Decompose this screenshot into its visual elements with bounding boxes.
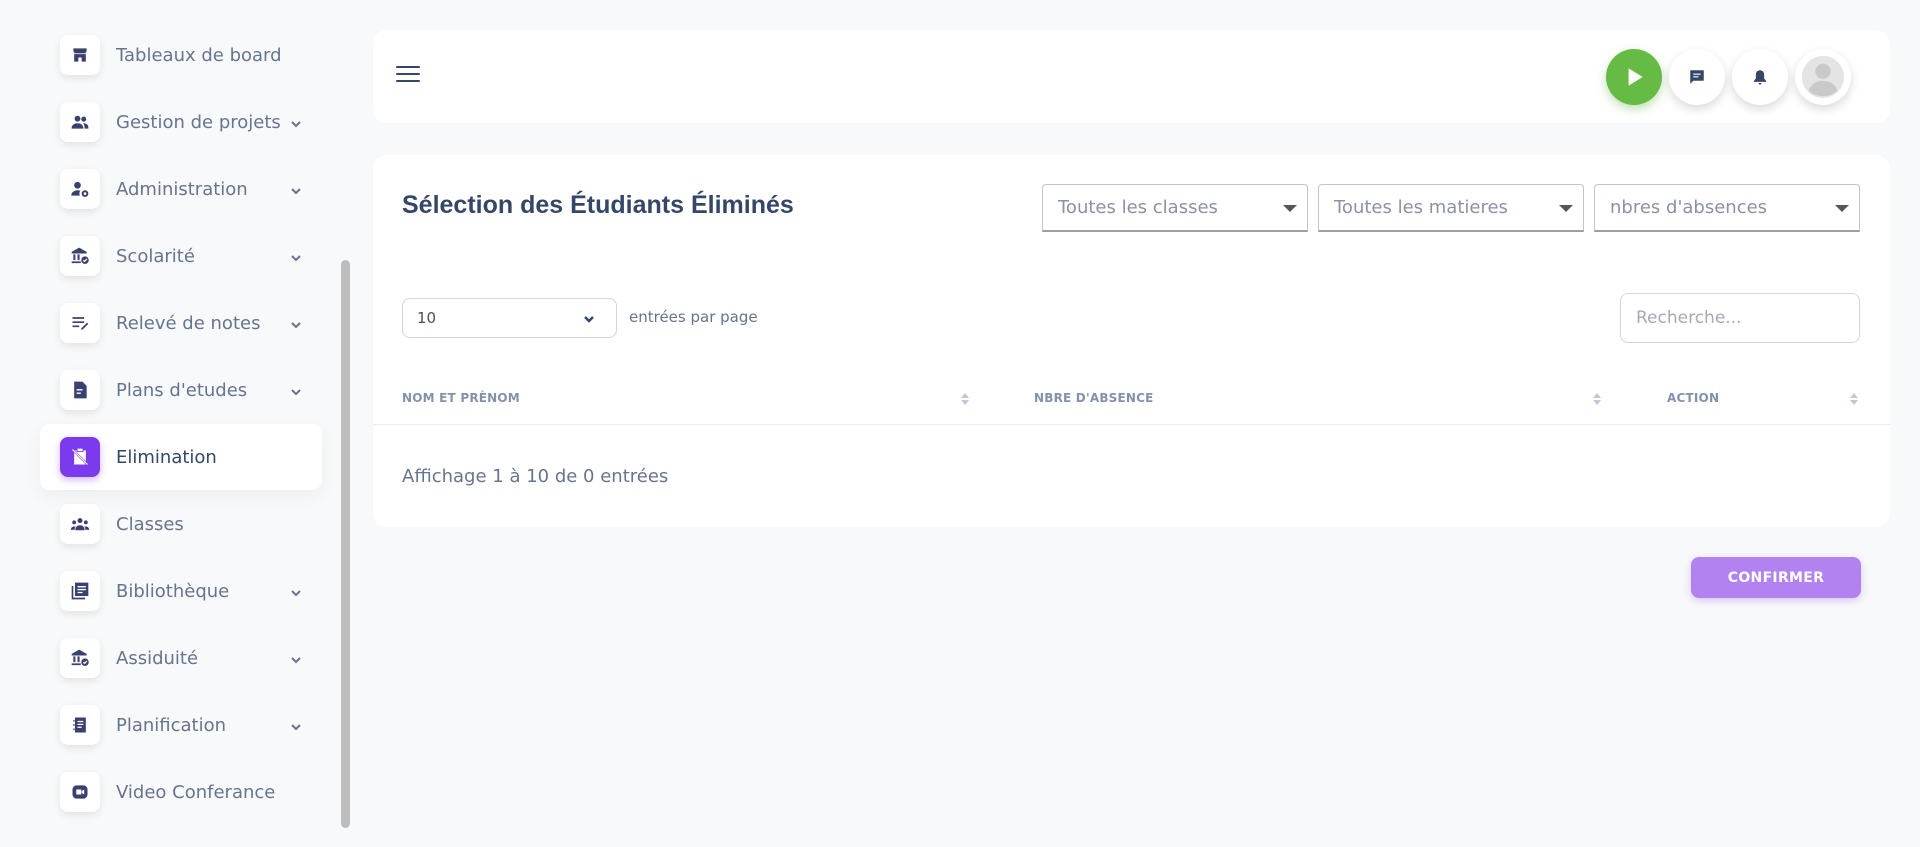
- sidebar-item-label: Elimination: [116, 446, 217, 468]
- chevron-down-icon: [290, 383, 302, 396]
- sidebar-item-assiduite[interactable]: Assiduité: [40, 625, 322, 691]
- chevron-down-icon: [290, 249, 302, 262]
- institution-check-icon: [60, 236, 100, 276]
- chevron-down-icon: [290, 316, 302, 329]
- sidebar-item-label: Planification: [116, 714, 227, 736]
- sidebar: Tableaux de board Gestion de projets Adm…: [0, 0, 355, 847]
- caret-down-icon: [1559, 205, 1573, 212]
- sort-icon[interactable]: [1850, 393, 1858, 407]
- classes-select[interactable]: Toutes les classes: [1042, 184, 1308, 232]
- sidebar-scrollbar[interactable]: [341, 260, 350, 828]
- table-info: Affichage 1 à 10 de 0 entrées: [402, 466, 669, 487]
- column-header-absence[interactable]: NBRE D'ABSENCE: [1034, 391, 1154, 405]
- column-header-action[interactable]: ACTION: [1667, 391, 1719, 405]
- classes-select-value: Toutes les classes: [1058, 197, 1218, 218]
- sidebar-item-label: Assiduité: [116, 647, 199, 669]
- sidebar-item-video-conferance[interactable]: Video Conferance: [40, 759, 322, 825]
- document-icon: [60, 370, 100, 410]
- chat-icon: [1690, 70, 1704, 84]
- shop-icon: [60, 35, 100, 75]
- user-gear-icon: [60, 169, 100, 209]
- absences-select-value: nbres d'absences: [1610, 197, 1768, 218]
- entries-per-page-label: entrées par page: [629, 308, 758, 326]
- bell-icon: [1754, 70, 1766, 85]
- sidebar-item-label: Bibliothèque: [116, 580, 230, 602]
- sidebar-item-plans-d-etudes[interactable]: Plans d'etudes: [40, 357, 322, 423]
- chevron-down-icon: [584, 316, 594, 323]
- page-title: Sélection des Étudiants Éliminés: [402, 191, 794, 219]
- people-icon: [60, 102, 100, 142]
- sort-icon[interactable]: [1593, 393, 1601, 407]
- sidebar-item-label: Scolarité: [116, 245, 195, 267]
- absences-select[interactable]: nbres d'absences: [1594, 184, 1860, 232]
- sidebar-nav: Tableaux de board Gestion de projets Adm…: [40, 22, 322, 826]
- top-navbar: [373, 30, 1890, 123]
- menu-icon[interactable]: [396, 66, 420, 84]
- entries-per-page-select[interactable]: 10: [402, 298, 617, 338]
- edit-notes-icon: [60, 303, 100, 343]
- matieres-select[interactable]: Toutes les matieres: [1318, 184, 1584, 232]
- user-avatar-button[interactable]: [1795, 49, 1851, 105]
- entries-per-page-value: 10: [417, 309, 437, 327]
- library-icon: [60, 571, 100, 611]
- chevron-down-icon: [290, 651, 302, 664]
- sidebar-item-label: Tableaux de board: [116, 44, 282, 66]
- confirm-button[interactable]: CONFIRMER: [1691, 557, 1861, 598]
- play-button[interactable]: [1606, 49, 1662, 105]
- sidebar-item-label: Administration: [116, 178, 248, 200]
- notifications-button[interactable]: [1732, 49, 1788, 105]
- search-input[interactable]: [1620, 293, 1860, 343]
- play-icon: [1628, 68, 1643, 86]
- sidebar-item-label: Classes: [116, 513, 184, 535]
- sidebar-item-planification[interactable]: Planification: [40, 692, 322, 758]
- column-header-nom[interactable]: NOM ET PRÈNOM: [402, 391, 520, 405]
- sidebar-item-scolarite[interactable]: Scolarité: [40, 223, 322, 289]
- avatar-icon: [1801, 55, 1845, 99]
- chevron-down-icon: [290, 718, 302, 731]
- sort-icon[interactable]: [961, 393, 969, 407]
- clipboard-off-icon: [60, 437, 100, 477]
- sidebar-item-bibliotheque[interactable]: Bibliothèque: [40, 558, 322, 624]
- chat-button[interactable]: [1669, 49, 1725, 105]
- sidebar-item-administration[interactable]: Administration: [40, 156, 322, 222]
- institution-check-icon: [60, 638, 100, 678]
- sidebar-item-gestion-de-projets[interactable]: Gestion de projets: [40, 89, 322, 155]
- matieres-select-value: Toutes les matieres: [1334, 197, 1508, 218]
- group-icon: [60, 504, 100, 544]
- caret-down-icon: [1835, 205, 1849, 212]
- sidebar-item-label: Plans d'etudes: [116, 379, 248, 401]
- sidebar-item-label: Video Conferance: [116, 781, 276, 803]
- sidebar-item-tableaux-de-board[interactable]: Tableaux de board: [40, 22, 322, 88]
- video-icon: [60, 772, 100, 812]
- notebook-icon: [60, 705, 100, 745]
- chevron-down-icon: [290, 115, 302, 128]
- sidebar-item-releve-de-notes[interactable]: Relevé de notes: [40, 290, 322, 356]
- elimination-card: Sélection des Étudiants Éliminés Toutes …: [373, 155, 1890, 527]
- sidebar-item-label: Gestion de projets: [116, 111, 281, 133]
- sidebar-item-label: Relevé de notes: [116, 312, 261, 334]
- sidebar-item-elimination[interactable]: Elimination: [40, 424, 322, 490]
- chevron-down-icon: [290, 182, 302, 195]
- chevron-down-icon: [290, 584, 302, 597]
- sidebar-item-classes[interactable]: Classes: [40, 491, 322, 557]
- table-header: NOM ET PRÈNOM NBRE D'ABSENCE ACTION: [373, 377, 1890, 425]
- caret-down-icon: [1283, 205, 1297, 212]
